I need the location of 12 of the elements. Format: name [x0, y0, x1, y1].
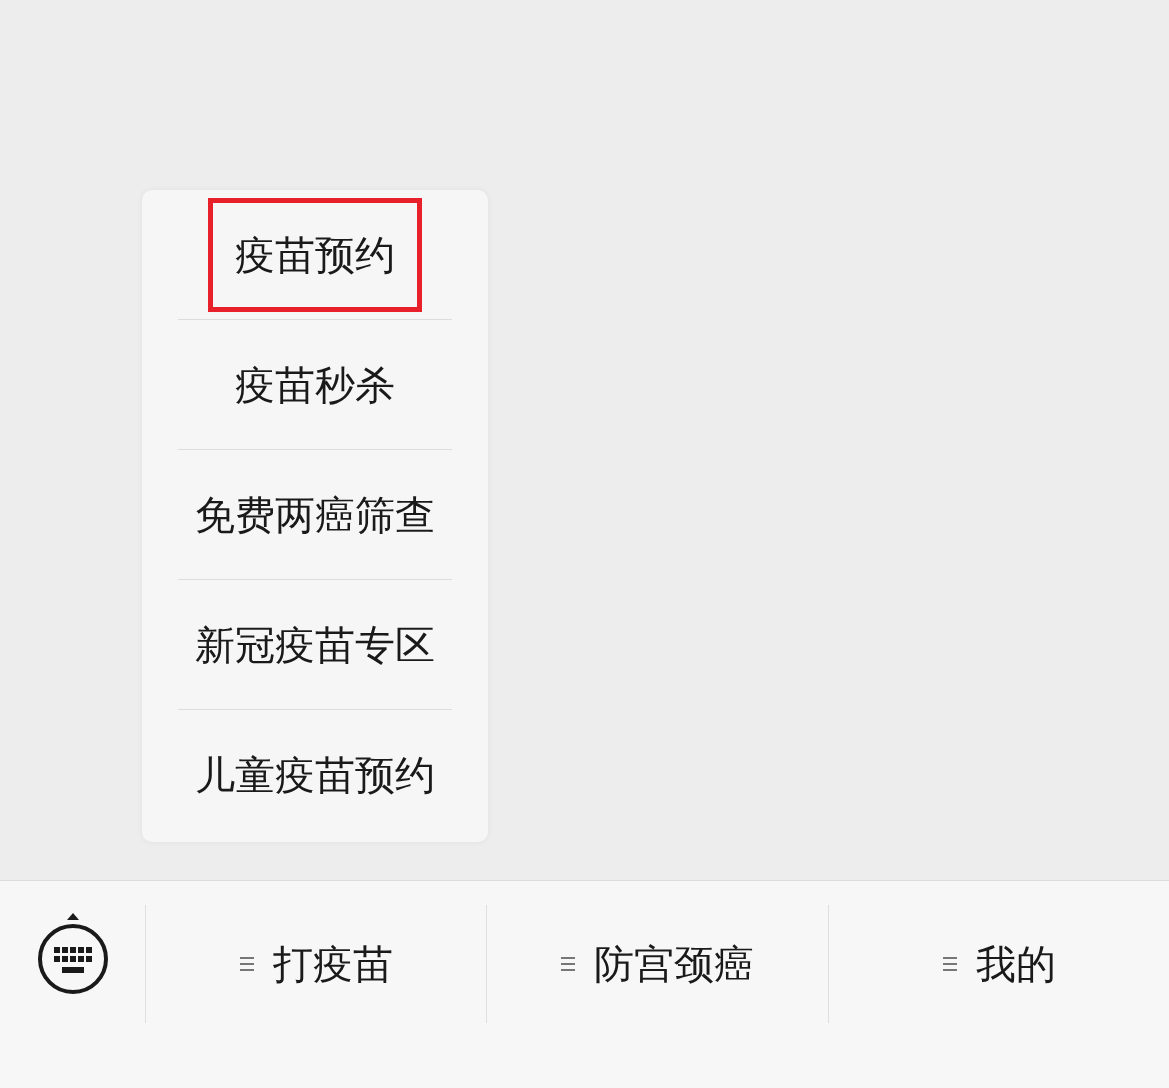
submenu-item[interactable]: 免费两癌筛查 — [168, 457, 462, 572]
menu-tab[interactable]: 我的 — [827, 905, 1169, 1023]
submenu-item[interactable]: 疫苗秒杀 — [208, 327, 422, 442]
submenu-item[interactable]: 疫苗预约 — [208, 197, 422, 312]
submenu-item[interactable]: 儿童疫苗预约 — [168, 717, 462, 832]
submenu-item[interactable]: 新冠疫苗专区 — [168, 587, 462, 702]
menu-tab[interactable]: 防宫颈癌 — [486, 905, 828, 1023]
keyboard-icon[interactable] — [36, 911, 109, 996]
menu-icon — [560, 955, 577, 973]
menu-icon — [941, 955, 958, 973]
menu-tab[interactable]: 打疫苗 — [145, 905, 487, 1023]
menu-icon — [239, 955, 256, 973]
